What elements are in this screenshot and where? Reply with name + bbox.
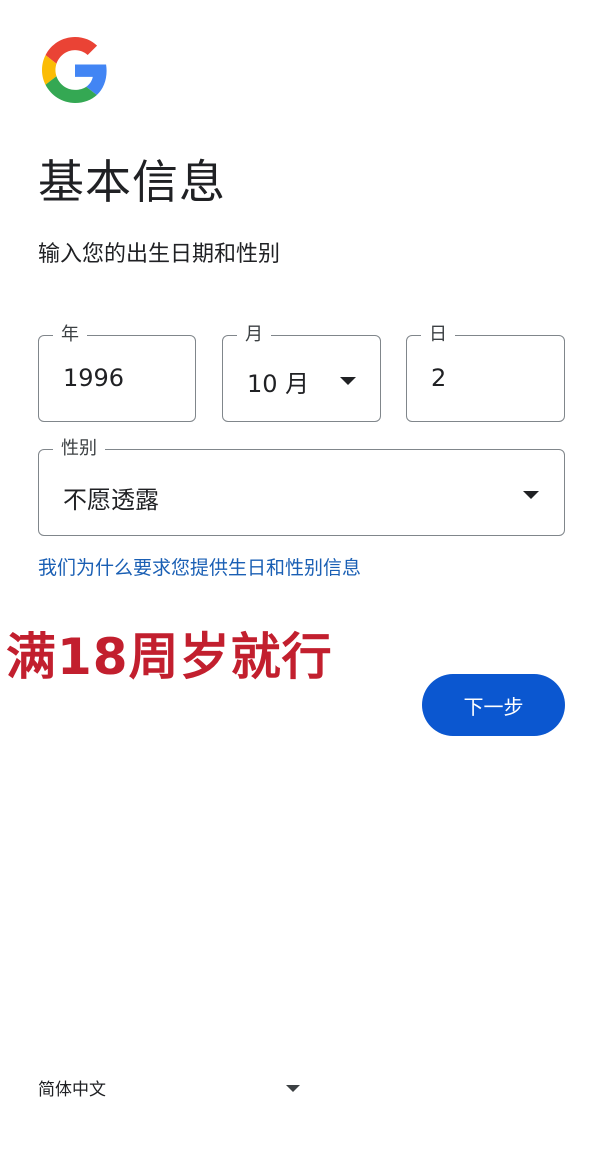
day-value: 2 [431,364,447,392]
google-logo-icon [42,37,107,103]
month-value: 10 月 [247,370,310,398]
chevron-down-icon [340,377,356,385]
month-select[interactable]: 月 10 月 [222,322,381,422]
day-field[interactable]: 日 2 [406,322,565,422]
overlay-annotation: 满18周岁就行 [6,628,333,686]
year-field[interactable]: 年 1996 [38,322,196,422]
year-label: 年 [53,322,87,348]
month-label: 月 [237,322,271,348]
chevron-down-icon [523,491,539,499]
year-value: 1996 [63,364,125,392]
day-label: 日 [421,322,455,348]
next-button[interactable]: 下一步 [422,674,565,736]
gender-label: 性别 [53,436,105,462]
chevron-down-icon[interactable] [286,1085,300,1092]
why-info-link[interactable]: 我们为什么要求您提供生日和性别信息 [38,553,361,580]
gender-select[interactable]: 性别 不愿透露 [38,436,565,536]
language-select[interactable]: 简体中文 [38,1075,106,1100]
gender-value: 不愿透露 [63,486,159,514]
page-subtitle: 输入您的出生日期和性别 [38,242,281,267]
page-title: 基本信息 [38,155,226,209]
